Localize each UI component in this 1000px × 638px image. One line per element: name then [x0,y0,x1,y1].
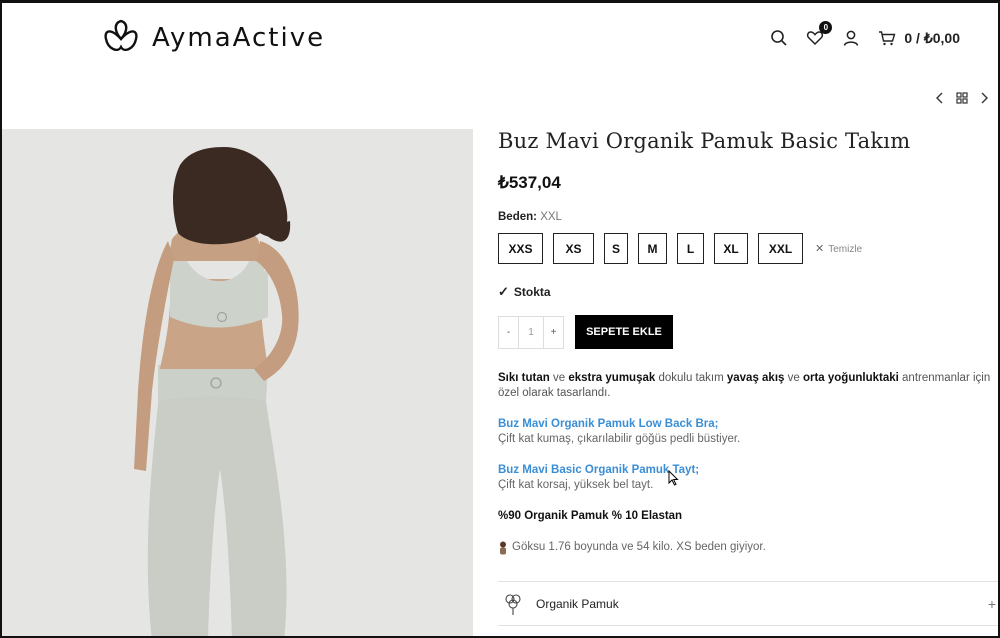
cart-icon [879,31,896,46]
quantity-stepper: - 1 + [498,315,564,349]
stock-text: Stokta [513,285,551,299]
product-image[interactable] [2,129,473,636]
desc-text-1: ve [549,372,569,384]
leggings-description: Çift kat korsaj, yüksek bel tayt. [498,479,654,491]
product-attributes-accordion: Organik Pamuk + [498,581,998,626]
desc-bold-3: yavaş akış [726,372,785,384]
cotton-plant-icon [505,593,521,615]
product-summary: Buz Mavi Organik Pamuk Basic Takım ₺537,… [498,129,998,555]
size-option-xl[interactable]: XL [714,233,748,264]
search-button[interactable] [768,27,790,49]
mouse-cursor-icon [668,470,679,486]
accordion-item-organic-cotton[interactable]: Organik Pamuk + [498,582,998,626]
model-info: Göksu 1.76 boyunda ve 54 kilo. XS beden … [498,540,993,555]
user-icon [844,30,859,46]
leggings-product-link[interactable]: Buz Mavi Basic Organik Pamuk Tayt; [498,463,993,478]
search-icon [771,30,787,46]
model-info-text: Göksu 1.76 boyunda ve 54 kilo. XS beden … [512,541,766,553]
description-paragraph: Sıkı tutan ve ekstra yumuşak dokulu takı… [498,371,993,401]
account-button[interactable] [840,27,862,49]
clear-size-button[interactable]: ✕ Temizle [815,242,862,255]
grid-icon [956,92,968,104]
size-option-s[interactable]: S [604,233,628,264]
logo-text: AymaActive [152,23,326,53]
chevron-left-icon [936,92,943,104]
product-price: ₺537,04 [498,173,561,192]
stock-status: ✓ Stokta [498,284,998,300]
quantity-minus-button[interactable]: - [499,317,518,348]
size-option-xxl[interactable]: XXL [758,233,803,264]
check-icon: ✓ [498,284,509,299]
wishlist-button[interactable]: 0 [804,21,833,49]
size-option-m[interactable]: M [638,233,667,264]
desc-bold-4: orta yoğunluktaki [802,372,899,384]
add-to-cart-row: - 1 + SEPETE EKLE [498,315,998,349]
model-photo [2,129,473,636]
size-options: XXS XS S M L XL XXL ✕ Temizle [498,233,998,264]
size-option-l[interactable]: L [677,233,704,264]
page: AymaActive 0 0 / ₺0,00 Buz Mavi Organik … [0,0,1000,638]
size-option-xxs[interactable]: XXS [498,233,543,264]
cart-button[interactable] [876,27,898,49]
bra-description: Çift kat kumaş, çıkarılabilir göğüs pedl… [498,433,741,445]
bra-product-link[interactable]: Buz Mavi Organik Pamuk Low Back Bra; [498,417,993,432]
product-title: Buz Mavi Organik Pamuk Basic Takım [498,129,911,153]
selected-size: XXL [540,211,562,223]
size-option-xs[interactable]: XS [553,233,594,264]
cart-total[interactable]: 0 / ₺0,00 [904,30,960,47]
desc-text-2: dokulu takım [655,372,727,384]
desc-text-3: ve [784,372,803,384]
chevron-right-icon [981,92,988,104]
next-product-button[interactable] [978,91,990,109]
desc-bold-2: ekstra yumuşak [568,372,656,384]
clear-label: Temizle [828,244,863,255]
woman-emoji-icon [500,541,506,554]
accordion-item-label: Organik Pamuk [536,596,619,611]
site-header: AymaActive 0 0 / ₺0,00 [2,3,998,73]
plus-icon: + [987,595,996,612]
wishlist-count-badge: 0 [819,21,833,34]
size-label-text: Beden: [498,211,537,223]
product-navigation [924,91,990,109]
material-composition: %90 Organik Pamuk % 10 Elastan [498,510,683,522]
quantity-plus-button[interactable]: + [544,317,563,348]
header-tools: 0 0 / ₺0,00 [754,21,960,51]
size-label: Beden: XXL [498,211,998,223]
desc-bold-1: Sıkı tutan [498,372,550,384]
quantity-input[interactable]: 1 [518,316,544,348]
close-icon: ✕ [815,243,825,255]
back-to-shop-button[interactable] [956,91,968,109]
logo-mark-icon [104,19,138,51]
product-description: Sıkı tutan ve ekstra yumuşak dokulu takı… [498,371,993,555]
logo[interactable]: AymaActive [100,17,325,59]
add-to-cart-button[interactable]: SEPETE EKLE [575,315,673,349]
prev-product-button[interactable] [934,91,946,109]
